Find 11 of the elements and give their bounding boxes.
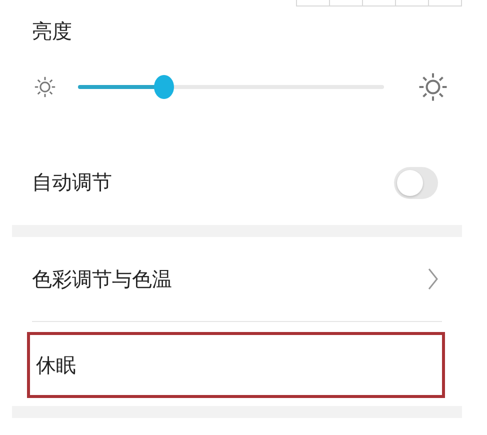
high-brightness-icon (418, 72, 448, 102)
highlighted-setting-row[interactable]: 休眠 (27, 332, 445, 398)
low-brightness-icon (34, 76, 56, 98)
section-title: 亮度 (32, 18, 72, 45)
slider-thumb[interactable] (154, 75, 174, 99)
setting-label: 自动调节 (32, 169, 112, 196)
setting-row[interactable]: 色彩调节与色温 (12, 237, 462, 321)
setting-label: 休眠 (36, 352, 76, 378)
toggle-switch[interactable] (394, 166, 438, 198)
chevron-right-icon (428, 268, 438, 290)
setting-label: 色彩调节与色温 (32, 266, 172, 292)
